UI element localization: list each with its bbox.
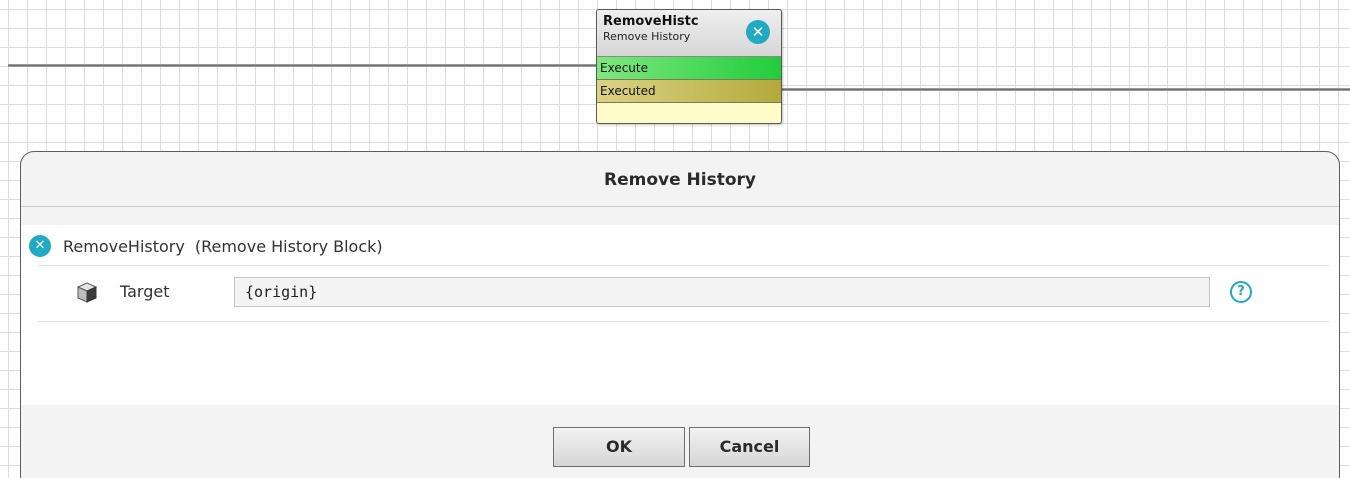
target-input[interactable]: {origin} bbox=[234, 277, 1210, 307]
block-summary-name: RemoveHistory bbox=[63, 236, 185, 256]
dialog-footer: OK Cancel bbox=[21, 408, 1339, 478]
remove-history-block[interactable]: RemoveHistc Remove History ✕ Execute Exe… bbox=[596, 9, 782, 124]
port-execute[interactable]: Execute bbox=[597, 57, 781, 80]
block-name: RemoveHistc bbox=[603, 14, 699, 29]
block-summary-row: ✕ RemoveHistory (Remove History Block) bbox=[29, 233, 383, 259]
remove-history-dialog: Remove History ✕ RemoveHistory (Remove H… bbox=[20, 151, 1340, 478]
divider bbox=[38, 321, 1329, 322]
dialog-body: ✕ RemoveHistory (Remove History Block) T… bbox=[21, 225, 1339, 405]
output-wire bbox=[782, 88, 1350, 91]
input-wire bbox=[8, 64, 598, 67]
help-icon[interactable]: ? bbox=[1230, 281, 1252, 303]
block-header[interactable]: RemoveHistc Remove History ✕ bbox=[597, 10, 781, 57]
ok-button[interactable]: OK bbox=[553, 427, 685, 467]
target-row: Target {origin} ? bbox=[76, 273, 1306, 313]
target-label: Target bbox=[120, 282, 170, 301]
x-circle-icon[interactable]: ✕ bbox=[746, 20, 770, 44]
cancel-button[interactable]: Cancel bbox=[689, 427, 810, 467]
cube-icon bbox=[76, 282, 98, 303]
port-executed[interactable]: Executed bbox=[597, 80, 781, 103]
dialog-title: Remove History bbox=[21, 152, 1339, 207]
divider bbox=[38, 265, 1329, 266]
block-summary-desc: (Remove History Block) bbox=[194, 236, 383, 256]
x-circle-icon: ✕ bbox=[29, 235, 51, 257]
